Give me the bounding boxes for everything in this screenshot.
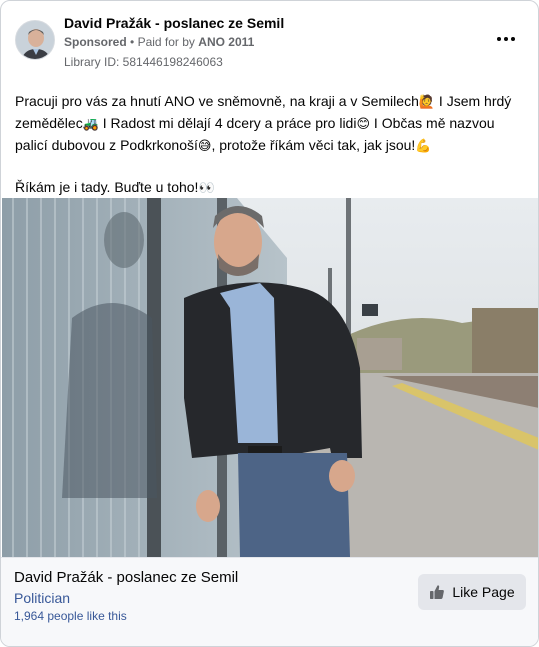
more-options-icon-dot <box>511 37 515 41</box>
post-header: David Pražák - poslanec ze Semil Sponsor… <box>1 1 538 77</box>
like-page-button[interactable]: Like Page <box>418 574 526 610</box>
text-span: Pracuji pro vás za hnutí ANO ve sněmovně… <box>15 93 419 109</box>
more-options-icon <box>497 37 501 41</box>
flexed-biceps-emoji: 💪 <box>415 139 432 154</box>
text-span: I Radost mi dělají 4 dcery a práce pro l… <box>98 115 357 131</box>
text-span: Říkám je i tady. Buďte u toho! <box>15 179 199 195</box>
page-name[interactable]: David Pražák - poslanec ze Semil <box>64 15 284 31</box>
raising-hand-emoji: 🙋 <box>418 95 436 110</box>
post-line: Říkám je i tady. Buďte u toho!👀 <box>15 177 525 199</box>
avatar-image <box>16 21 54 59</box>
library-id: Library ID: 581446198246063 <box>64 55 223 69</box>
post-text: Pracuji pro vás za hnutí ANO ve sněmovně… <box>15 91 525 199</box>
ad-image[interactable] <box>2 198 538 557</box>
eyes-emoji: 👀 <box>198 181 215 196</box>
separator: • <box>130 35 135 49</box>
ad-photo <box>2 198 538 557</box>
post-line: Pracuji pro vás za hnutí ANO ve sněmovně… <box>15 91 525 113</box>
avatar[interactable] <box>15 20 55 60</box>
sponsored-label: Sponsored <box>64 35 127 49</box>
smile-emoji: 😊 <box>356 117 371 132</box>
sponsored-line: Sponsored • Paid for by ANO 2011 <box>64 35 254 49</box>
text-span: palicí dubovou z Podkrkonoší <box>15 137 198 153</box>
post-line: palicí dubovou z Podkrkonoší😅, protože ř… <box>15 135 525 157</box>
ad-card: David Pražák - poslanec ze Semil Sponsor… <box>0 0 539 647</box>
text-span: I Občas mě nazvou <box>370 115 495 131</box>
thumbs-up-icon <box>430 585 445 599</box>
paid-for-label: Paid for by <box>137 35 195 49</box>
sweat-smile-emoji: 😅 <box>197 139 212 154</box>
footer-page-name[interactable]: David Pražák - poslanec ze Semil <box>14 569 238 586</box>
page-likes-count[interactable]: 1,964 people like this <box>14 609 127 623</box>
more-options-button[interactable] <box>494 29 518 49</box>
more-options-icon-dot <box>504 37 508 41</box>
ad-footer: David Pražák - poslanec ze Semil Politic… <box>1 557 538 646</box>
like-page-label: Like Page <box>452 584 515 600</box>
tractor-emoji: 🚜 <box>82 117 99 132</box>
text-span: I Jsem hrdý <box>435 93 512 109</box>
page-category[interactable]: Politician <box>14 590 70 606</box>
post-line: zemědělec🚜 I Radost mi dělají 4 dcery a … <box>15 113 525 135</box>
payer-name[interactable]: ANO 2011 <box>198 35 254 49</box>
text-span: , protože říkám věci tak, jak jsou! <box>211 137 416 153</box>
text-span: zemědělec <box>15 115 83 131</box>
